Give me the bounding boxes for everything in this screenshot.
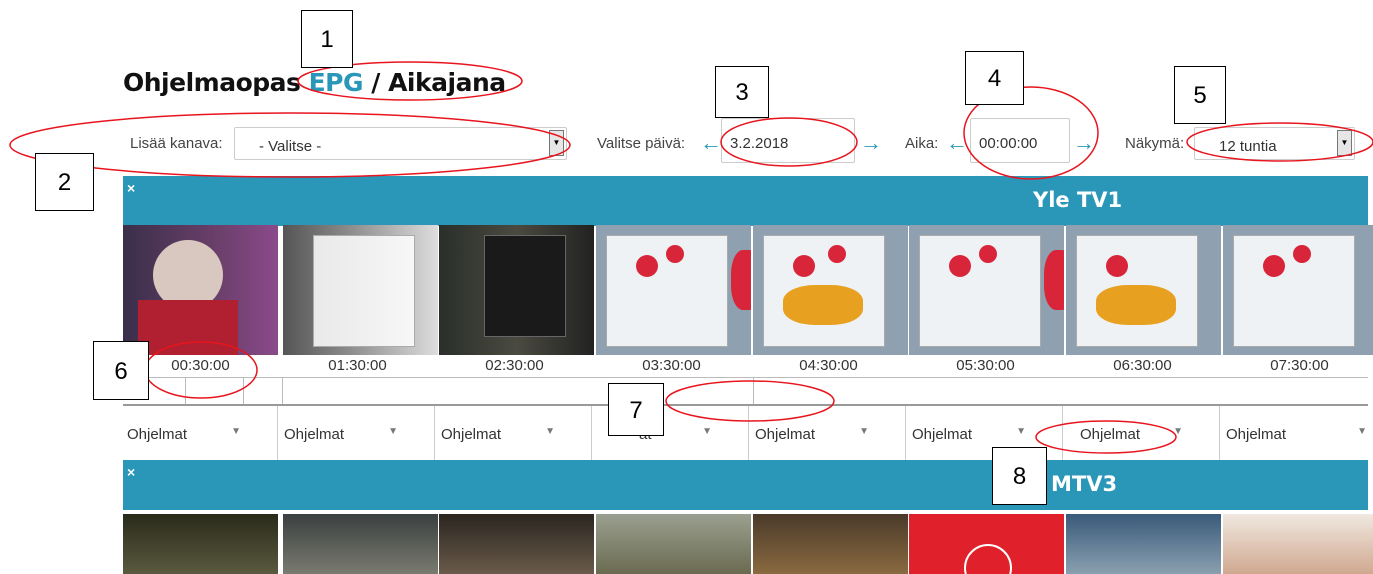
program-dropdown[interactable]: Ohjelmat ▼ — [123, 406, 278, 461]
callout-8: 8 — [992, 447, 1047, 505]
callout-6: 6 — [93, 341, 149, 400]
callout-2: 2 — [35, 153, 94, 211]
view-value: 12 tuntia — [1219, 138, 1277, 155]
chevron-down-icon: ▼ — [1173, 426, 1183, 437]
channel-name: Yle TV1 — [1033, 188, 1123, 212]
callout-1: 1 — [301, 10, 353, 68]
chevron-down-icon: ▼ — [1357, 426, 1367, 437]
program-dropdown-label: Ohjelmat — [441, 426, 502, 443]
program-dropdown[interactable]: Ohjelmat ▼ — [1222, 406, 1373, 461]
chevron-down-icon[interactable]: ▼ — [549, 130, 564, 156]
program-thumbnail[interactable] — [439, 225, 594, 355]
program-thumbnail[interactable] — [439, 514, 594, 574]
date-label: Valitse päivä: — [597, 135, 686, 152]
program-thumbnail[interactable] — [1223, 225, 1373, 355]
callout-4: 4 — [965, 51, 1024, 105]
program-thumbnail[interactable] — [123, 225, 278, 355]
program-thumbnail[interactable] — [596, 225, 751, 355]
program-dropdowns: Ohjelmat ▼ Ohjelmat ▼ Ohjelmat ▼ at ▼ Oh… — [123, 404, 1368, 462]
chevron-down-icon: ▼ — [231, 426, 241, 437]
close-icon[interactable]: × — [127, 180, 135, 196]
program-thumbnail[interactable] — [1223, 514, 1373, 574]
add-channel-select[interactable]: - Valitse - ▼ — [234, 127, 567, 160]
program-thumbnail[interactable] — [753, 514, 908, 574]
program-thumbnails — [123, 514, 1373, 574]
title-prefix: Ohjelmaopas — [123, 68, 301, 97]
program-thumbnail[interactable] — [283, 225, 438, 355]
channel-name: MTV3 — [1051, 472, 1118, 496]
chevron-down-icon: ▼ — [859, 426, 869, 437]
program-dropdown-label: Ohjelmat — [1080, 426, 1141, 443]
program-dropdown-label: Ohjelmat — [755, 426, 816, 443]
timeline-tick — [185, 377, 186, 404]
program-thumbnail[interactable] — [753, 225, 908, 355]
view-select[interactable]: 12 tuntia ▼ — [1194, 127, 1355, 160]
title-suffix: / Aikajana — [371, 68, 506, 97]
next-day-arrow-icon[interactable]: → — [860, 132, 882, 154]
program-thumbnails — [123, 225, 1373, 355]
title-epg: EPG — [308, 68, 364, 97]
program-dropdown-label: Ohjelmat — [912, 426, 973, 443]
timeline-tick — [753, 377, 754, 404]
timeline-tick — [243, 377, 244, 404]
program-dropdown-label: Ohjelmat — [284, 426, 345, 443]
chevron-down-icon: ▼ — [1016, 426, 1026, 437]
timeline-time: 05:30:00 — [956, 357, 1015, 374]
program-dropdown[interactable]: Ohjelmat ▼ — [1065, 406, 1220, 461]
time-value: 00:00:00 — [979, 135, 1038, 152]
program-thumbnail[interactable] — [909, 225, 1064, 355]
add-channel-label: Lisää kanava: — [130, 135, 223, 152]
program-thumbnail[interactable] — [596, 514, 751, 574]
chevron-down-icon[interactable]: ▼ — [1337, 130, 1352, 156]
program-dropdown[interactable]: Ohjelmat ▼ — [280, 406, 435, 461]
program-thumbnail[interactable] — [1066, 514, 1221, 574]
channel-bar-mtv3: × MTV3 — [123, 460, 1368, 510]
callout-3: 3 — [715, 66, 769, 118]
timeline-divider — [123, 377, 1368, 378]
channel-bar-yle-tv1: × Yle TV1 — [123, 176, 1368, 226]
prev-day-arrow-icon[interactable]: ← — [700, 132, 722, 154]
timeline-time: 02:30:00 — [485, 357, 544, 374]
program-dropdown-label: Ohjelmat — [127, 426, 188, 443]
program-thumbnail[interactable] — [123, 514, 278, 574]
program-thumbnail[interactable] — [283, 514, 438, 574]
date-input[interactable]: 3.2.2018 — [721, 118, 855, 163]
time-input[interactable]: 00:00:00 — [970, 118, 1070, 163]
add-channel-value: - Valitse - — [259, 138, 322, 155]
date-value: 3.2.2018 — [730, 135, 789, 152]
chevron-down-icon: ▼ — [545, 426, 555, 437]
callout-7: 7 — [608, 383, 664, 436]
timeline-time: 07:30:00 — [1270, 357, 1329, 374]
next-time-arrow-icon[interactable]: → — [1073, 132, 1095, 154]
program-dropdown[interactable]: Ohjelmat ▼ — [437, 406, 592, 461]
timeline-time: 04:30:00 — [799, 357, 858, 374]
chevron-down-icon: ▼ — [702, 426, 712, 437]
callout-5: 5 — [1174, 66, 1226, 124]
timeline-tick — [282, 377, 283, 404]
program-thumbnail[interactable] — [909, 514, 1064, 574]
timeline: 00:30:00 01:30:00 02:30:00 03:30:00 04:3… — [123, 355, 1368, 377]
view-label: Näkymä: — [1125, 135, 1185, 152]
timeline-time: 03:30:00 — [642, 357, 701, 374]
time-label: Aika: — [905, 135, 939, 152]
program-dropdown[interactable]: Ohjelmat ▼ — [751, 406, 906, 461]
page-title: Ohjelmaopas EPG / Aikajana — [123, 68, 506, 97]
chevron-down-icon: ▼ — [388, 426, 398, 437]
timeline-time: 06:30:00 — [1113, 357, 1172, 374]
prev-time-arrow-icon[interactable]: ← — [946, 132, 968, 154]
timeline-time: 01:30:00 — [328, 357, 387, 374]
close-icon[interactable]: × — [127, 464, 135, 480]
program-dropdown-label: Ohjelmat — [1226, 426, 1287, 443]
program-thumbnail[interactable] — [1066, 225, 1221, 355]
